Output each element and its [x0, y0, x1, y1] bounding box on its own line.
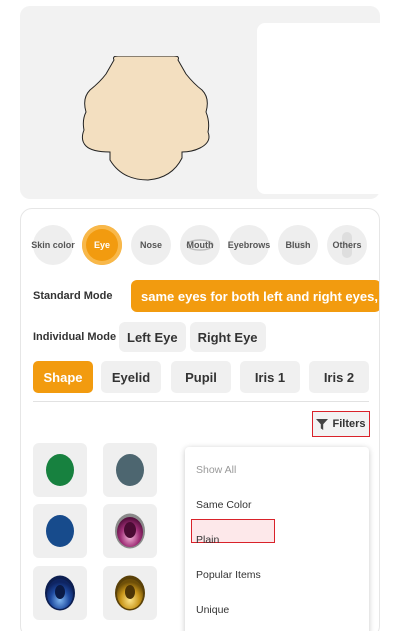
category-label: Blush — [285, 240, 311, 250]
category-blush[interactable]: Blush — [278, 225, 318, 265]
slate-eye-icon — [116, 454, 144, 486]
tab-iris-1[interactable]: Iris 1 — [240, 361, 300, 393]
category-nose[interactable]: Nose — [131, 225, 171, 265]
category-others[interactable]: Others — [327, 225, 367, 265]
item-navy-eye[interactable] — [33, 504, 87, 558]
filter-option-popular-items[interactable]: Popular Items — [196, 569, 261, 581]
individual-mode-row: Individual Mode Left Eye Right Eye — [33, 321, 270, 353]
item-slate-eye[interactable] — [103, 443, 157, 497]
category-label: Skin color — [31, 240, 75, 250]
item-magenta-eye[interactable] — [103, 504, 157, 558]
editor-panel: Skin color Eye Nose Mouth Eyebrows Blush — [20, 208, 380, 631]
filter-icon — [316, 418, 329, 430]
navy-eye-icon — [46, 515, 74, 547]
divider — [33, 401, 369, 402]
category-eyebrows[interactable]: Eyebrows — [227, 225, 271, 265]
filters-label: Filters — [332, 418, 366, 430]
category-label: Eyebrows — [227, 240, 271, 250]
filter-dropdown: Show All Same Color Plain Popular Items … — [185, 447, 369, 631]
category-row: Skin color Eye Nose Mouth Eyebrows Blush — [31, 225, 371, 265]
blue-gradient-eye-icon — [45, 575, 75, 611]
filters-button[interactable]: Filters — [312, 411, 370, 437]
preview-side-panel — [257, 23, 389, 194]
category-mouth[interactable]: Mouth — [180, 225, 220, 265]
filter-option-plain[interactable]: Plain — [196, 534, 219, 546]
tab-shape[interactable]: Shape — [33, 361, 93, 393]
item-green-eye[interactable] — [33, 443, 87, 497]
left-eye-button[interactable]: Left Eye — [119, 322, 186, 352]
avatar-preview — [20, 6, 389, 199]
filter-option-same-color[interactable]: Same Color — [196, 499, 251, 511]
standard-mode-label: Standard Mode — [33, 290, 113, 302]
standard-mode-button[interactable]: same eyes for both left and right eyes, — [131, 280, 379, 312]
magenta-eye-icon — [115, 513, 145, 549]
category-label: Mouth — [186, 240, 214, 250]
individual-mode-label: Individual Mode — [33, 331, 117, 343]
filter-option-show-all[interactable]: Show All — [196, 464, 236, 476]
gold-eye-icon — [115, 575, 145, 611]
category-eye[interactable]: Eye — [82, 225, 122, 265]
tab-iris-2[interactable]: Iris 2 — [309, 361, 369, 393]
category-label: Nose — [139, 240, 162, 250]
standard-mode-text: same eyes for both left and right eyes, — [141, 288, 378, 304]
filter-option-unique[interactable]: Unique — [196, 604, 229, 616]
face-base-shape — [81, 56, 210, 181]
green-eye-icon — [46, 454, 74, 486]
tab-pupil[interactable]: Pupil — [171, 361, 231, 393]
standard-mode-row: Standard Mode same eyes for both left an… — [33, 280, 379, 312]
category-skin-color[interactable]: Skin color — [31, 225, 75, 265]
tab-eyelid[interactable]: Eyelid — [101, 361, 161, 393]
item-gold-eye[interactable] — [103, 566, 157, 620]
category-label: Others — [332, 240, 362, 250]
right-eye-button[interactable]: Right Eye — [189, 322, 266, 352]
category-label: Eye — [93, 240, 110, 250]
item-blue-gradient-eye[interactable] — [33, 566, 87, 620]
part-tabs: Shape Eyelid Pupil Iris 1 Iris 2 — [33, 361, 373, 393]
